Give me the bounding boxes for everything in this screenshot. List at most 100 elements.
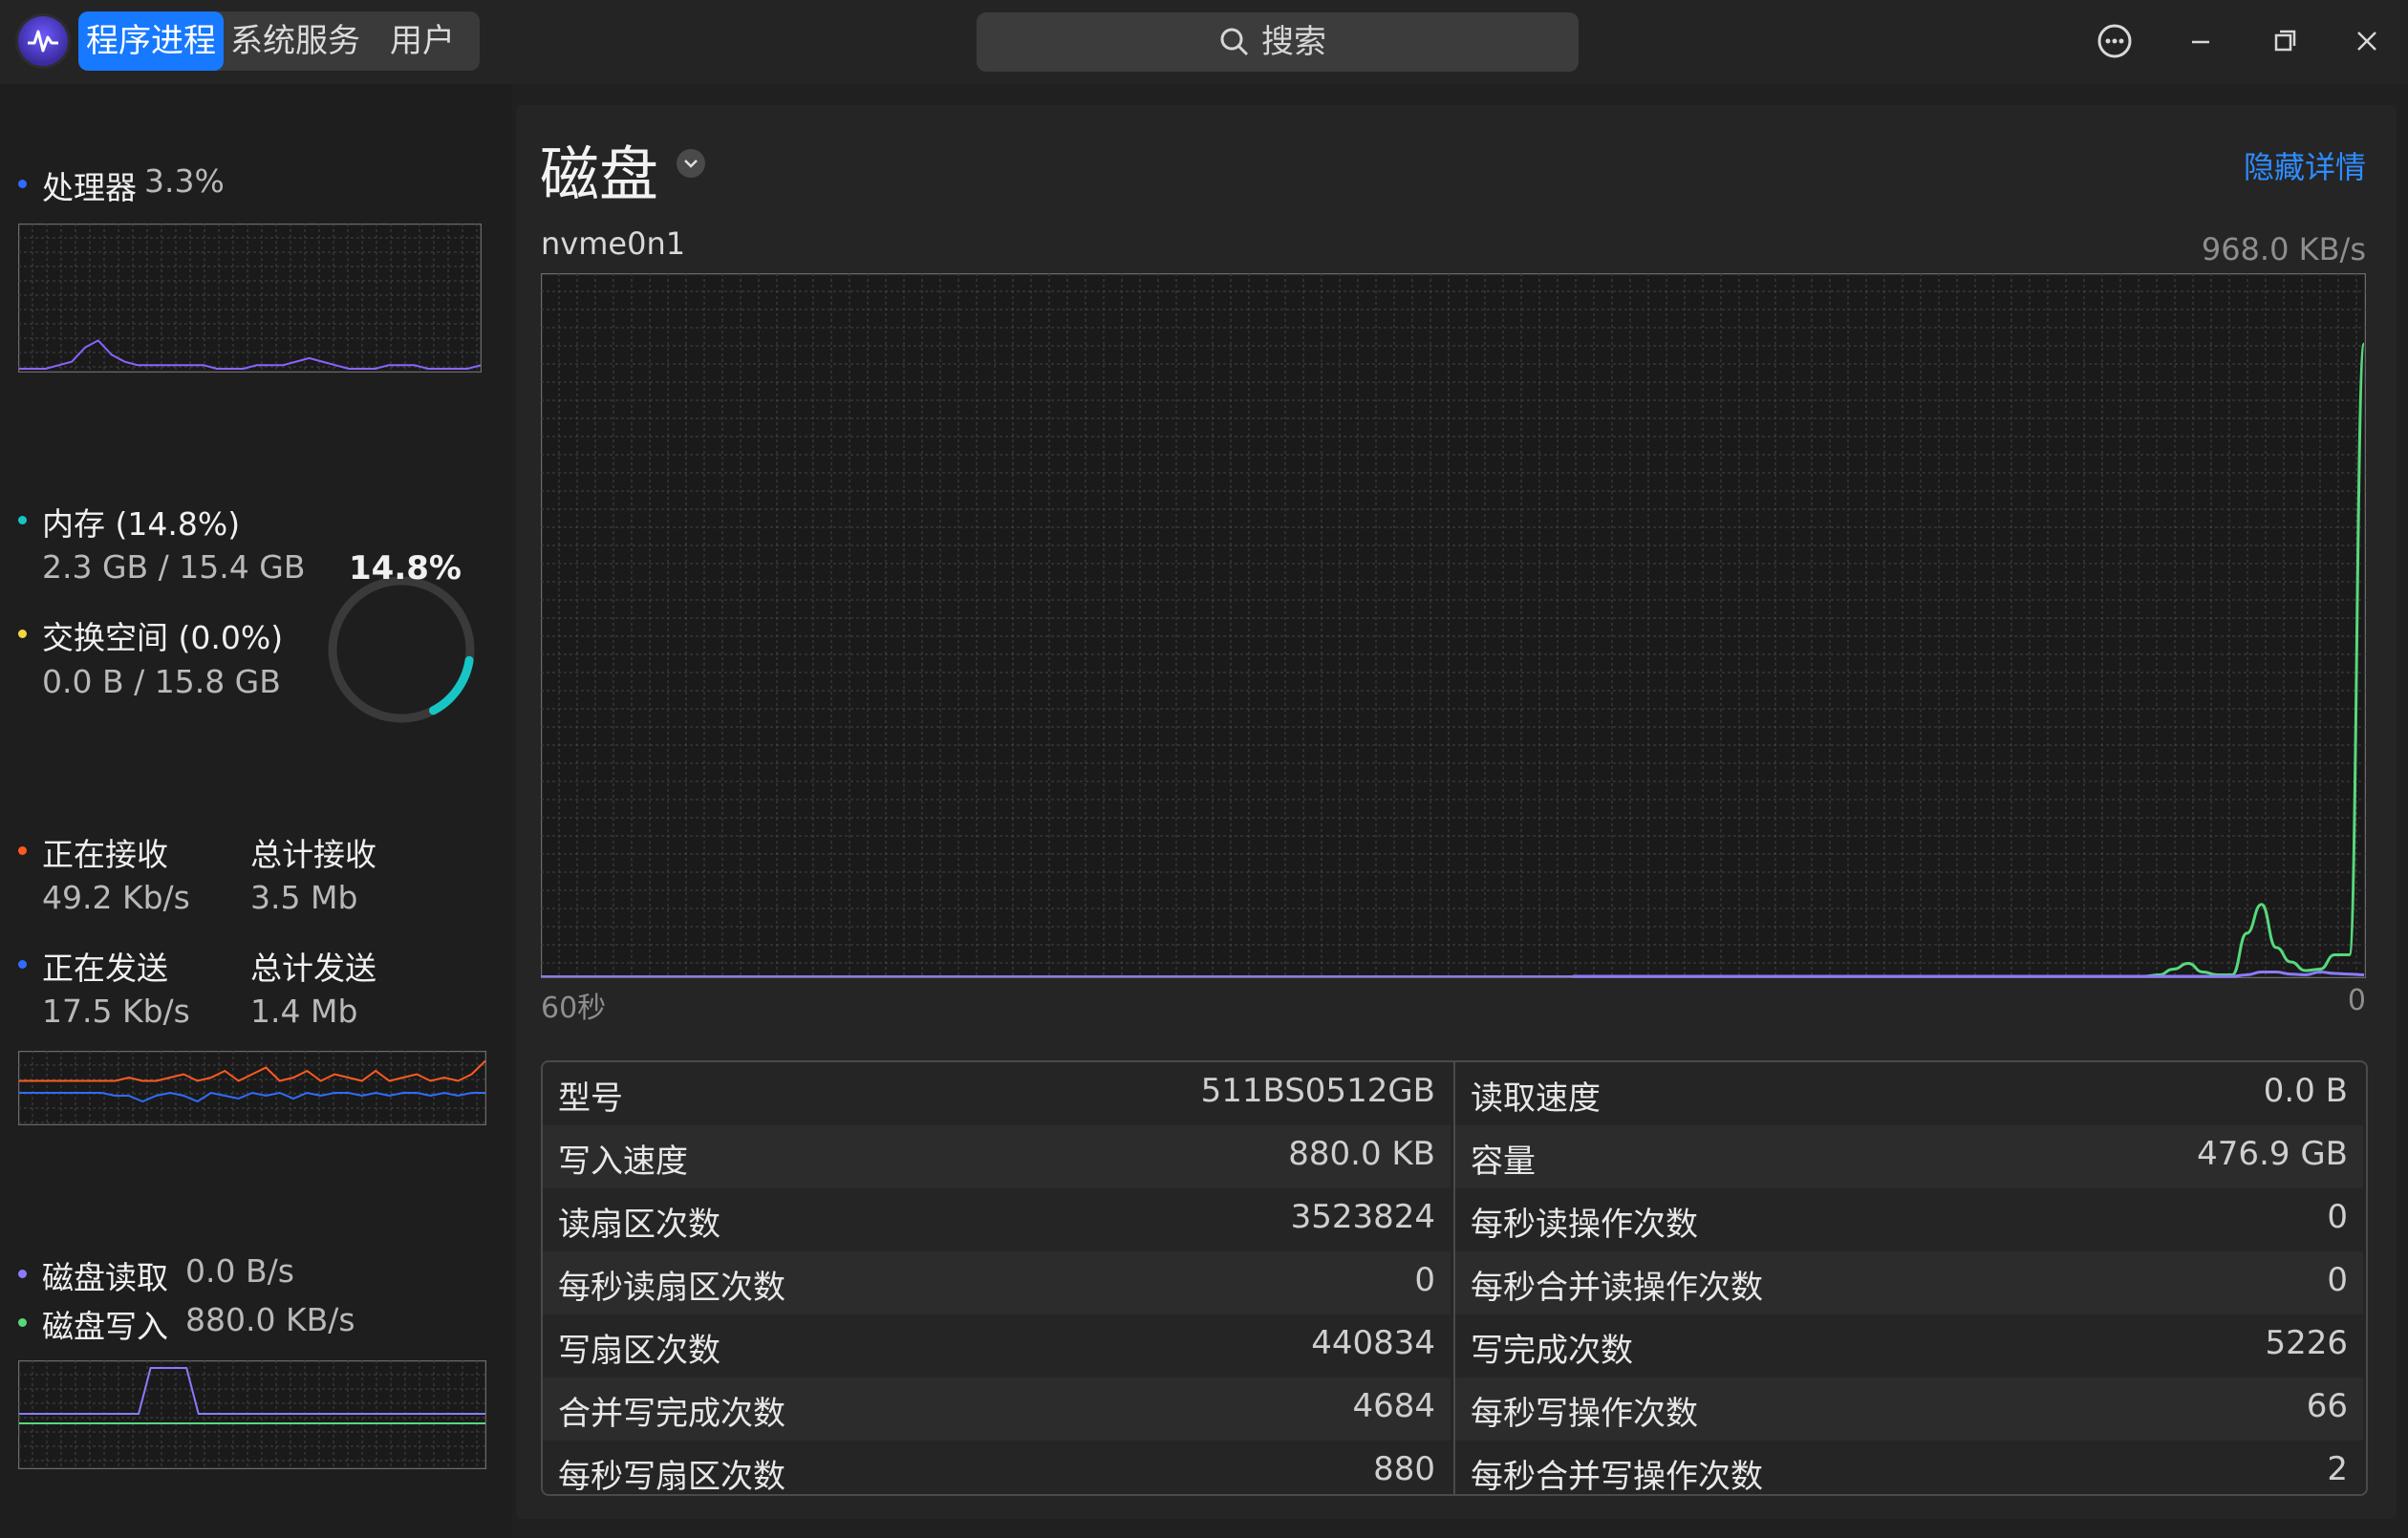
net-recv-label: 正在接收	[42, 836, 168, 873]
details-value: 0.0 B	[2263, 1072, 2348, 1110]
more-options-icon[interactable]	[2091, 17, 2139, 65]
chevron-down-icon[interactable]	[675, 147, 707, 180]
details-row: 合并写完成次数 4684	[543, 1378, 1451, 1441]
details-value: 4684	[1352, 1387, 1435, 1425]
net-total-recv-label: 总计接收	[250, 836, 376, 873]
net-send-label: 正在发送	[42, 950, 168, 987]
tab-users[interactable]: 用户	[370, 11, 475, 71]
disk-read-value: 0.0 B/s	[185, 1252, 294, 1290]
view-tabs: 程序进程 系统服务 用户	[78, 11, 480, 71]
disk-write-value: 880.0 KB/s	[185, 1301, 355, 1338]
details-row: 每秒读操作次数 0	[1455, 1188, 2363, 1251]
swap-usage: 0.0 B / 15.8 GB	[42, 663, 281, 700]
details-row: 容量 476.9 GB	[1455, 1125, 2363, 1188]
details-key: 每秒读扇区次数	[558, 1269, 785, 1307]
cpu-bullet	[18, 180, 27, 188]
details-row: 型号 511BS0512GB	[543, 1062, 1451, 1125]
details-row: 写入速度 880.0 KB	[543, 1125, 1451, 1188]
details-row: 每秒读扇区次数 0	[543, 1251, 1451, 1314]
resource-sidebar: 处理器 3.3% 内存 (14.8%) 2.3 GB / 15.4 GB 交换空…	[0, 84, 512, 1538]
cpu-value: 3.3%	[144, 162, 225, 200]
app-logo-icon	[18, 16, 68, 66]
memory-usage: 2.3 GB / 15.4 GB	[42, 548, 306, 586]
details-row: 每秒合并读操作次数 0	[1455, 1251, 2363, 1314]
details-row: 每秒合并写操作次数 2	[1455, 1441, 2363, 1496]
search-placeholder: 搜索	[1261, 23, 1326, 61]
disk-mini-chart	[18, 1360, 486, 1469]
disk-io-chart	[541, 273, 2366, 978]
search-input[interactable]: 搜索	[977, 12, 1579, 72]
details-right-column: 读取速度 0.0 B 容量 476.9 GB 每秒读操作次数 0 每秒合并读操作次数 0 写完成…	[1453, 1062, 2363, 1494]
tab-services[interactable]: 系统服务	[227, 11, 363, 71]
network-mini-grid	[18, 1051, 486, 1125]
cpu-mini-grid	[18, 224, 482, 373]
details-row: 写扇区次数 440834	[543, 1314, 1451, 1378]
x-axis-left-label: 60秒	[541, 992, 607, 1025]
net-recv-value: 49.2 Kb/s	[42, 879, 190, 916]
net-total-send-label: 总计发送	[250, 950, 376, 987]
memory-bullet	[18, 516, 27, 524]
details-value: 0	[1414, 1261, 1435, 1299]
disk-write-label: 磁盘写入	[42, 1308, 168, 1345]
memory-ring-fill	[428, 655, 474, 716]
title-bar: 程序进程 系统服务 用户 搜索	[0, 0, 2408, 84]
details-key: 写入速度	[558, 1143, 688, 1181]
restore-icon[interactable]	[2261, 17, 2309, 65]
details-value: 880	[1373, 1450, 1435, 1488]
details-key: 写扇区次数	[558, 1332, 720, 1370]
details-key: 读取速度	[1471, 1079, 1601, 1118]
details-value: 0	[2327, 1261, 2348, 1299]
memory-label: 内存 (14.8%)	[42, 505, 241, 543]
details-key: 读扇区次数	[558, 1206, 720, 1244]
details-row: 读扇区次数 3523824	[543, 1188, 1451, 1251]
details-key: 型号	[558, 1079, 623, 1118]
details-key: 每秒读操作次数	[1471, 1206, 1698, 1244]
memory-ring-gauge	[328, 576, 475, 723]
net-total-recv-value: 3.5 Mb	[250, 879, 358, 916]
details-key: 每秒合并读操作次数	[1471, 1269, 1763, 1307]
memory-ring-label: 14.8%	[349, 549, 462, 587]
details-key: 合并写完成次数	[558, 1395, 785, 1433]
details-key: 每秒写操作次数	[1471, 1395, 1698, 1433]
minimize-icon[interactable]	[2177, 17, 2225, 65]
details-value: 440834	[1311, 1324, 1435, 1362]
swap-bullet	[18, 630, 27, 638]
x-axis-right-label: 0	[2347, 984, 2366, 1017]
details-row: 读取速度 0.0 B	[1455, 1062, 2363, 1125]
details-left-column: 型号 511BS0512GB 写入速度 880.0 KB 读扇区次数 3523824 每秒读…	[543, 1062, 1451, 1494]
net-send-bullet	[18, 960, 27, 969]
close-icon[interactable]	[2343, 17, 2391, 65]
page-title: 磁盘	[540, 139, 659, 209]
details-row: 每秒写扇区次数 880	[543, 1441, 1451, 1496]
disk-write-bullet	[18, 1318, 27, 1327]
details-value: 2	[2327, 1450, 2348, 1488]
tab-processes[interactable]: 程序进程	[78, 11, 224, 71]
details-value: 0	[2327, 1198, 2348, 1236]
search-icon	[1220, 28, 1249, 56]
details-key: 写完成次数	[1471, 1332, 1633, 1370]
device-name: nvme0n1	[541, 225, 686, 262]
details-value: 5226	[2265, 1324, 2348, 1362]
details-key: 每秒写扇区次数	[558, 1458, 785, 1496]
details-value: 880.0 KB	[1288, 1135, 1435, 1173]
details-value: 476.9 GB	[2197, 1135, 2348, 1173]
chart-max-value: 968.0 KB/s	[2201, 231, 2366, 267]
swap-label: 交换空间 (0.0%)	[42, 619, 284, 656]
network-mini-chart	[18, 1051, 486, 1125]
net-total-send-value: 1.4 Mb	[250, 993, 358, 1030]
details-value: 66	[2306, 1387, 2348, 1425]
net-send-value: 17.5 Kb/s	[42, 993, 190, 1030]
disk-details-table: 型号 511BS0512GB 写入速度 880.0 KB 读扇区次数 3523824 每秒读…	[541, 1060, 2368, 1496]
details-value: 511BS0512GB	[1200, 1072, 1435, 1110]
disk-read-label: 磁盘读取	[42, 1259, 168, 1296]
hide-details-link[interactable]: 隐藏详情	[2244, 143, 2366, 187]
disk-read-bullet	[18, 1270, 27, 1278]
details-value: 3523824	[1290, 1198, 1435, 1236]
details-key: 每秒合并写操作次数	[1471, 1458, 1763, 1496]
cpu-mini-chart	[18, 224, 482, 373]
cpu-label: 处理器	[42, 169, 137, 206]
details-row: 写完成次数 5226	[1455, 1314, 2363, 1378]
net-recv-bullet	[18, 846, 27, 855]
main-chart-grid	[541, 273, 2366, 978]
details-key: 容量	[1471, 1143, 1536, 1181]
